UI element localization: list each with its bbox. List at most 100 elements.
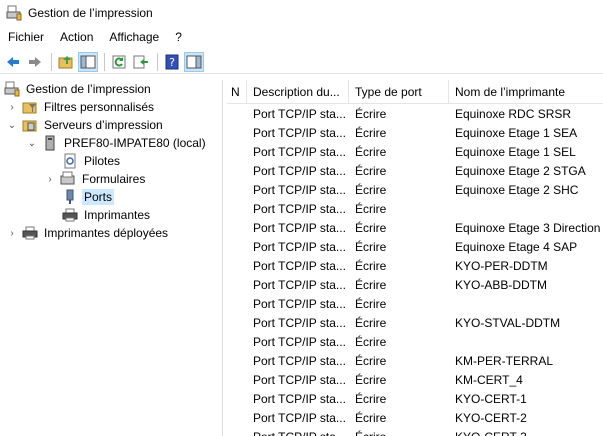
tree-label: PREF80-IMPATE80 (local) <box>64 136 206 150</box>
column-header-printer-name[interactable]: Nom de l’imprimante <box>449 80 603 104</box>
cell-port-type: Écrire <box>355 296 387 311</box>
cell-description: Port TCP/IP sta... <box>253 258 346 273</box>
chevron-down-icon[interactable]: ⌄ <box>6 119 18 131</box>
cell-port-type: Écrire <box>349 430 449 436</box>
table-row[interactable]: Port TCP/IP sta... Écrire Equinoxe Etage 1… <box>227 142 603 161</box>
tree-label: Gestion de l’impression <box>26 82 151 96</box>
tree-label: Pilotes <box>84 154 121 168</box>
properties-pane-icon <box>186 55 202 68</box>
cell-printer-name: Equinoxe Etage 1 SEL <box>455 144 576 159</box>
cell-printer-name: KYO-CERT-1 <box>455 391 527 406</box>
table-row[interactable]: Port TCP/IP sta... Écrire Equinoxe Etage 4… <box>227 237 603 256</box>
cell-port-type: Écrire <box>355 277 387 292</box>
cell-printer-name: Equinoxe RDC SRSR <box>455 106 572 121</box>
back-arrow-icon <box>7 56 19 67</box>
cell-description: Port TCP/IP sta... <box>253 410 346 425</box>
cell-port-type: Écrire <box>355 239 387 254</box>
action-pane-button[interactable] <box>184 51 204 72</box>
forward-button[interactable] <box>25 52 45 72</box>
refresh-icon <box>112 55 126 68</box>
table-row[interactable]: Port TCP/IP sta... Écrire Equinoxe Etage 2… <box>227 180 603 199</box>
table-row[interactable]: Port TCP/IP sta... Écrire KYO-CERT-2 <box>227 408 603 427</box>
tree-item-forms[interactable]: › Formulaires <box>44 170 147 188</box>
window-title: Gestion de l’impression <box>28 6 153 20</box>
column-header-name[interactable]: N <box>227 80 247 104</box>
table-row[interactable]: Port TCP/IP sta... Écrire Equinoxe Etage 2… <box>227 161 603 180</box>
cell-port-type: Écrire <box>355 372 387 387</box>
cell-port-type: Écrire <box>355 334 387 349</box>
table-row[interactable]: Port TCP/IP sta... Écrire KM-CERT_4 <box>227 370 603 389</box>
forms-icon <box>60 171 76 187</box>
cell-port-type: Écrire <box>355 391 387 406</box>
table-row[interactable]: Port TCP/IP sta... Écrire KYO-PER-DDTM <box>227 256 603 275</box>
menu-fichier[interactable]: Fichier <box>0 27 52 47</box>
menu-help[interactable]: ? <box>167 27 190 47</box>
cell-printer-name: Equinoxe Etage 4 SAP <box>455 239 578 254</box>
tree-item-print-servers[interactable]: ⌄ Serveurs d’impression <box>6 116 165 134</box>
menu-affichage[interactable]: Affichage <box>101 27 167 47</box>
tree-label: Filtres personnalisés <box>44 100 155 114</box>
cell-description: Port TCP/IP sta... <box>253 163 346 178</box>
table-row[interactable]: Port TCP/IP sta... Écrire KYO-ABB-DDTM <box>227 275 603 294</box>
cell-port-type: Écrire <box>355 410 387 425</box>
table-row[interactable]: Port TCP/IP sta... Écrire <box>227 199 603 218</box>
servers-folder-icon <box>22 117 38 133</box>
cell-description: Port TCP/IP sta... <box>253 201 346 216</box>
show-hide-tree-button[interactable] <box>78 51 98 72</box>
tree-label: Ports <box>82 189 115 205</box>
tree-item-custom-filters[interactable]: › Filtres personnalisés <box>6 98 156 116</box>
console-tree: Gestion de l’impression › Filtres person… <box>0 80 223 436</box>
table-row[interactable]: Port TCP/IP sta... Écrire <box>227 332 603 351</box>
tree-item-ports[interactable]: Ports <box>62 188 115 206</box>
table-row[interactable]: Port TCP/IP sta... Écrire Equinoxe RDC SRS… <box>227 104 603 123</box>
export-list-icon <box>133 55 148 68</box>
cell-port-type: Écrire <box>355 106 387 121</box>
table-row[interactable]: Port TCP/IP sta... Écrire <box>227 294 603 313</box>
back-button[interactable] <box>3 52 23 72</box>
cell-description: Port TCP/IP sta... <box>253 220 346 235</box>
server-icon <box>42 135 58 151</box>
table-row[interactable]: Port TCP/IP sta... Écrire KYO-STVAL-DDTM <box>227 313 603 332</box>
menu-action[interactable]: Action <box>52 27 101 47</box>
cell-description: Port TCP/IP sta... <box>253 144 346 159</box>
help-button[interactable]: ? <box>162 52 182 72</box>
cell-printer-name: Equinoxe Etage 2 SHC <box>455 182 579 197</box>
table-row[interactable]: Port TCP/IP sta... Écrire Equinoxe Etage 3… <box>227 218 603 237</box>
cell-description: Port TCP/IP sta... <box>253 391 346 406</box>
printer-management-icon <box>4 81 20 97</box>
cell-printer-name: Equinoxe Etage 2 STGA <box>455 163 586 178</box>
refresh-button[interactable] <box>109 52 129 72</box>
tree-item-root[interactable]: Gestion de l’impression <box>4 80 153 98</box>
column-header-description[interactable]: Description du... <box>247 80 349 104</box>
cell-description: Port TCP/IP sta... <box>253 239 346 254</box>
cell-description: Port TCP/IP sta... <box>253 182 346 197</box>
table-row[interactable]: Port TCP/IP sta...ÉcrireKYO-CERT-3 <box>227 427 603 436</box>
tree-item-printers[interactable]: Imprimantes <box>62 206 152 224</box>
table-row[interactable]: Port TCP/IP sta... Écrire Equinoxe Etage 1… <box>227 123 603 142</box>
toolbar-separator <box>51 52 52 71</box>
chevron-down-icon[interactable]: ⌄ <box>26 137 38 149</box>
chevron-right-icon[interactable]: › <box>6 101 18 113</box>
tree-item-drivers[interactable]: Pilotes <box>62 152 122 170</box>
table-row[interactable]: Port TCP/IP sta... Écrire KYO-CERT-1 <box>227 389 603 408</box>
table-row[interactable]: Port TCP/IP sta... Écrire KM-PER-TERRAL <box>227 351 603 370</box>
column-header-port-type[interactable]: Type de port <box>349 80 449 104</box>
cell-port-type: Écrire <box>355 353 387 368</box>
cell-description: Port TCP/IP sta... <box>253 125 346 140</box>
cell-printer-name: KYO-CERT-2 <box>455 410 527 425</box>
toolbar-separator <box>104 52 105 71</box>
chevron-right-icon[interactable]: › <box>44 173 56 185</box>
cell-printer-name: KYO-CERT-3 <box>449 430 603 436</box>
cell-description: Port TCP/IP sta... <box>253 296 346 311</box>
list-rows: Port TCP/IP sta... Écrire Equinoxe RDC SRS… <box>227 104 603 436</box>
cell-port-type: Écrire <box>355 125 387 140</box>
cell-port-type: Écrire <box>355 315 387 330</box>
chevron-right-icon[interactable]: › <box>6 227 18 239</box>
export-list-button[interactable] <box>131 52 151 72</box>
cell-port-type: Écrire <box>355 144 387 159</box>
tree-item-deployed-printers[interactable]: › Imprimantes déployées <box>6 224 170 242</box>
up-folder-button[interactable] <box>56 52 76 72</box>
printer-icon <box>62 207 78 223</box>
svg-text:?: ? <box>169 56 175 69</box>
tree-item-server[interactable]: ⌄ PREF80-IMPATE80 (local) <box>26 134 208 152</box>
